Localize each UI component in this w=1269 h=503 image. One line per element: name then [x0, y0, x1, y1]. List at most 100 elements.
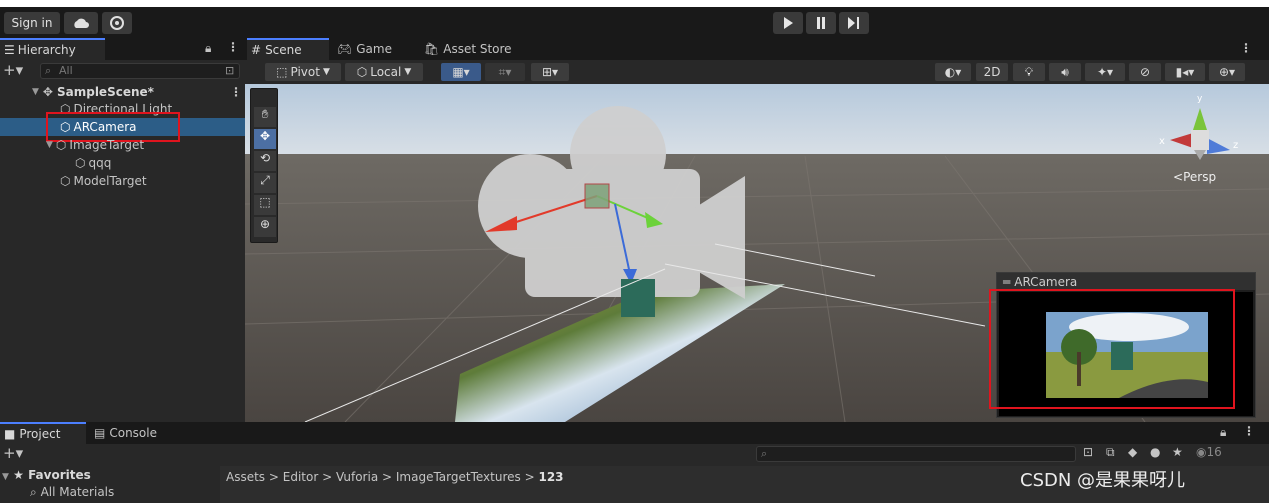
cloud-button[interactable] — [64, 12, 98, 34]
transform-tool-icon[interactable]: ⊕ — [254, 217, 276, 237]
breadcrumb-separator-icon: > — [322, 470, 336, 484]
hierarchy-item-qqq[interactable]: ⬡ qqq — [0, 154, 245, 172]
kebab-menu-icon[interactable]: ⋮ — [1240, 41, 1252, 55]
play-button[interactable] — [773, 12, 803, 34]
orientation-gizmo[interactable]: y x z <Persp — [1145, 88, 1255, 188]
tab-scene[interactable]: # Scene — [247, 38, 329, 60]
hierarchy-item-imagetarget[interactable]: ▼ ⬡ ImageTarget — [0, 136, 245, 154]
hierarchy-item-label: ImageTarget — [69, 138, 145, 152]
ruler-dropdown[interactable]: ⊞▾ — [531, 63, 569, 81]
play-icon — [784, 17, 793, 29]
breadcrumb: Assets > Editor > Vuforia > ImageTargetT… — [226, 470, 564, 484]
all-materials-row[interactable]: ⌕ All Materials — [30, 485, 114, 500]
sign-in-label: Sign in — [11, 16, 53, 30]
hierarchy-panel: ☰ Hierarchy 🔒︎ ⋮ +▾ ⌕ All ⊡ ▼ ✥ SampleSce… — [0, 38, 245, 422]
tab-project[interactable]: ■ Project — [0, 422, 86, 444]
tab-console[interactable]: ▤ Console — [90, 422, 180, 444]
scene-row[interactable]: ▼ ✥ SampleScene* ⋮ — [0, 83, 245, 101]
gizmos-dropdown[interactable]: ⊕▾ — [1209, 63, 1245, 81]
lighting-toggle[interactable]: 💡︎ — [1013, 63, 1045, 81]
rect-tool-icon[interactable]: ⬚ — [254, 195, 276, 215]
hierarchy-item-modeltarget[interactable]: ⬡ ModelTarget — [0, 172, 245, 190]
breadcrumb-item[interactable]: ImageTargetTextures — [396, 470, 521, 484]
scene-toolbar: ⬚ Pivot ▼ ⬡ Local ▼ ▦▾ ⌗▾ ⊞▾ ◐▾ 2D 💡︎ 🔊︎ ✦▾ … — [245, 61, 1269, 84]
collab-button[interactable] — [102, 12, 132, 34]
console-tab-label: Console — [109, 426, 157, 440]
tab-asset-store[interactable]: 🛍︎ Asset Store — [420, 38, 530, 60]
add-icon[interactable]: +▾ — [3, 61, 23, 79]
kebab-menu-icon[interactable]: ⋮ — [227, 40, 239, 54]
breadcrumb-item[interactable]: 123 — [538, 470, 563, 484]
gizmo-z-label: z — [1233, 140, 1239, 151]
gameobject-cube-icon: ⬡ — [75, 156, 86, 170]
expand-arrow-icon[interactable]: ▼ — [46, 140, 53, 150]
grid-snap-icon: ▦▾ — [452, 65, 470, 79]
pivot-dropdown[interactable]: ⬚ Pivot ▼ — [265, 63, 341, 81]
hierarchy-tab-label: Hierarchy — [17, 43, 76, 57]
unity-scene-icon: ✥ — [42, 85, 53, 99]
lock-icon[interactable]: 🔒︎ — [205, 41, 211, 56]
filter-type-icon[interactable]: ⧉ — [1106, 445, 1115, 460]
breadcrumb-item[interactable]: Assets — [226, 470, 265, 484]
2d-toggle[interactable]: 2D — [976, 63, 1008, 81]
project-search-input[interactable]: ⌕ — [756, 446, 1076, 462]
hierarchy-item-label: ModelTarget — [73, 174, 147, 188]
watermark: CSDN @是果果呀儿 — [1020, 470, 1186, 491]
persp-label[interactable]: <Persp — [1173, 170, 1216, 184]
cloud-icon — [74, 18, 89, 28]
tool-palette: ✋︎ ✥ ⟲ ⤢ ⬚ ⊕ — [250, 88, 278, 243]
folder-icon: ■ — [4, 427, 16, 441]
hidden-toggle[interactable]: ⊘ — [1129, 63, 1161, 81]
warning-icon[interactable]: ● — [1150, 445, 1160, 459]
kebab-menu-icon[interactable]: ⋮ — [1243, 424, 1255, 438]
tab-hierarchy[interactable]: ☰ Hierarchy — [0, 38, 105, 60]
step-button[interactable] — [839, 12, 869, 34]
gameobject-cube-icon: ⬡ — [55, 138, 67, 152]
grid-snap-dropdown[interactable]: ▦▾ — [441, 63, 481, 81]
breadcrumb-item[interactable]: Editor — [283, 470, 319, 484]
breadcrumb-separator-icon: > — [524, 470, 539, 484]
scale-tool-icon[interactable]: ⤢ — [254, 173, 276, 193]
hierarchy-search-input[interactable]: ⌕ All ⊡ — [40, 63, 240, 79]
scene-tab-label: Scene — [265, 43, 302, 57]
hierarchy-toolbar: +▾ ⌕ All ⊡ — [0, 61, 245, 81]
lightbulb-icon: 💡︎ — [1024, 64, 1034, 79]
scene-menu-icon[interactable]: ⋮ — [230, 85, 242, 99]
search-filter-icon[interactable]: ⊡ — [225, 64, 234, 77]
search-placeholder: All — [59, 64, 73, 77]
audio-toggle[interactable]: 🔊︎ — [1049, 63, 1081, 81]
preview-titlebar[interactable]: ═ ARCamera — [997, 273, 1255, 290]
add-icon[interactable]: +▾ — [3, 444, 23, 462]
lock-icon[interactable]: 🔒︎ — [1220, 425, 1226, 440]
expand-arrow-icon[interactable]: ▼ — [2, 472, 9, 482]
local-dropdown[interactable]: ⬡ Local ▼ — [345, 63, 423, 81]
gizmo-x-label: x — [1159, 136, 1165, 147]
expand-arrow-icon[interactable]: ▼ — [32, 87, 39, 97]
label-tag-icon[interactable]: ◆ — [1128, 445, 1137, 459]
star-icon[interactable]: ★ — [1172, 445, 1183, 459]
tab-game[interactable]: 🎮︎ Game — [333, 38, 415, 60]
camera-dropdown[interactable]: ▮◂▾ — [1165, 63, 1205, 81]
gizmo-icon: ⊕▾ — [1218, 65, 1236, 79]
hidden-count[interactable]: ◉16 — [1196, 445, 1222, 459]
favorites-label: Favorites — [28, 468, 91, 482]
increment-snap-dropdown[interactable]: ⌗▾ — [485, 63, 525, 81]
search-icon: ⌕ — [761, 447, 768, 460]
sign-in-button[interactable]: Sign in — [4, 12, 60, 34]
breadcrumb-separator-icon: > — [268, 470, 283, 484]
breadcrumb-item[interactable]: Vuforia — [336, 470, 378, 484]
search-icon: ⌕ — [45, 64, 52, 77]
rotate-tool-icon[interactable]: ⟲ — [254, 151, 276, 171]
scene-viewport[interactable]: ✋︎ ✥ ⟲ ⤢ ⬚ ⊕ y x z <Persp ═ ARCamera — [245, 84, 1269, 422]
effects-dropdown[interactable]: ✦▾ — [1085, 63, 1125, 81]
favorites-row[interactable]: ▼ ★ Favorites — [2, 468, 91, 482]
star-icon: ★ — [13, 468, 24, 482]
move-tool-icon[interactable]: ✥ — [254, 129, 276, 149]
local-label: Local — [370, 65, 402, 79]
hand-tool-icon[interactable]: ✋︎ — [254, 107, 276, 127]
search-filter-icon[interactable]: ⊡ — [1083, 445, 1093, 459]
scene-name: SampleScene* — [56, 85, 154, 99]
pause-button[interactable] — [806, 12, 836, 34]
shading-dropdown[interactable]: ◐▾ — [935, 63, 971, 81]
2d-label: 2D — [983, 65, 1001, 79]
